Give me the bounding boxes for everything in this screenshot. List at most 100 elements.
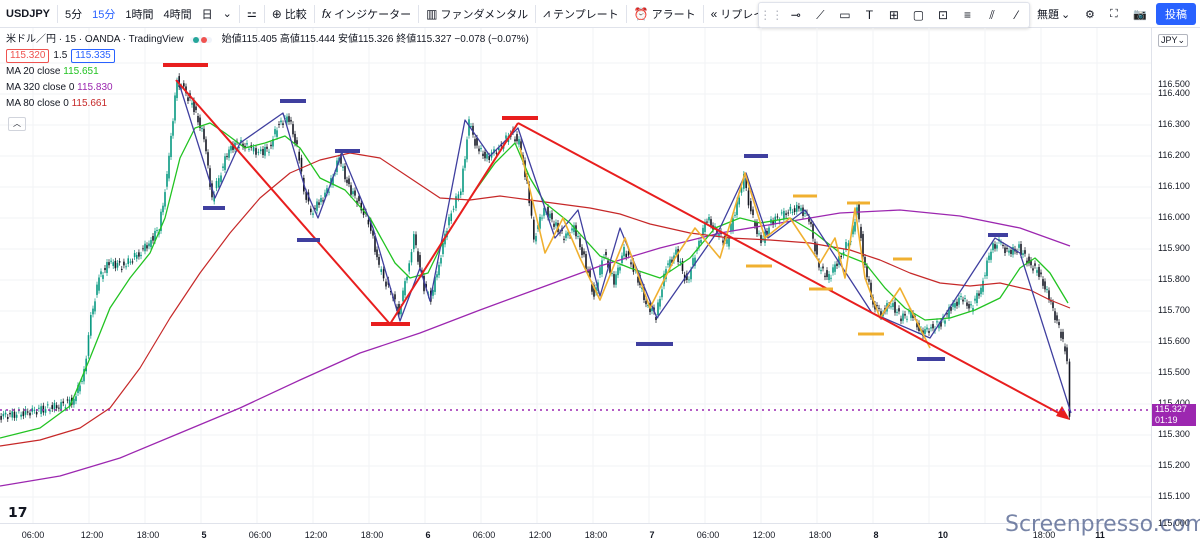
candle-body — [692, 258, 694, 266]
ask-price[interactable]: 115.335 — [71, 49, 115, 63]
candle-body — [133, 253, 136, 258]
candle-body — [1036, 270, 1038, 273]
trend-line-icon[interactable]: ⟋ — [809, 5, 831, 25]
candle-body — [318, 202, 320, 205]
candle-body — [541, 217, 543, 219]
time-label: 10 — [937, 530, 949, 540]
parallel-channel-icon[interactable]: ⫽ — [981, 5, 1003, 25]
fullscreen-button[interactable]: ⛶ — [1105, 0, 1123, 28]
candle-body — [990, 251, 992, 260]
brush-icon[interactable]: ⁄ — [1006, 5, 1028, 25]
candle-body — [438, 264, 440, 276]
candle-body — [348, 178, 350, 185]
layout-name[interactable]: 無題 ⌄ — [1032, 0, 1075, 28]
candle-body — [988, 255, 990, 261]
interval-15m[interactable]: 15分 — [87, 0, 120, 28]
price-axis[interactable]: 116.500 116.400 116.300 116.200 116.100 … — [1151, 28, 1200, 528]
candle-body — [1002, 245, 1004, 247]
candle-body — [92, 308, 94, 315]
candle-body — [162, 205, 164, 213]
grid-frame-icon[interactable]: ⊞ — [883, 5, 905, 25]
candle-body — [276, 130, 278, 137]
text-icon[interactable]: T — [858, 5, 880, 25]
candle-body — [98, 277, 100, 291]
interval-5m[interactable]: 5分 — [60, 0, 87, 28]
compare-button[interactable]: ⊕ 比較 — [267, 0, 312, 28]
candle-body — [290, 119, 292, 122]
candle-body — [87, 335, 90, 356]
candle-body — [992, 243, 994, 251]
callout-icon[interactable]: ▭ — [834, 5, 856, 25]
candle-body — [623, 246, 625, 257]
candle-body — [795, 204, 798, 212]
candle-body — [226, 156, 228, 158]
rectangle-icon[interactable]: ▢ — [907, 5, 929, 25]
candle-body — [577, 236, 579, 238]
candle-body — [810, 221, 812, 225]
legend-collapse-button[interactable]: ︿ — [8, 117, 26, 131]
snapshot-button[interactable]: 📷 — [1128, 0, 1152, 28]
status-dot-icon — [189, 37, 212, 43]
fib-icon[interactable]: ⊡ — [932, 5, 954, 25]
candle-body — [26, 411, 29, 413]
fundamentals-button[interactable]: ▥ ファンダメンタル — [421, 0, 533, 28]
price-label: 116.200 — [1158, 150, 1190, 160]
chart-type-button[interactable]: ⚍ — [242, 0, 262, 28]
candle-body — [1056, 315, 1058, 321]
candle-body — [6, 416, 9, 419]
candle-body — [382, 269, 385, 279]
candle-body — [783, 210, 785, 219]
level-marker — [746, 264, 772, 268]
candle-body — [601, 260, 603, 275]
candle-body — [413, 234, 415, 250]
interval-dropdown[interactable]: ⌄ — [218, 0, 237, 28]
candle-body — [138, 252, 140, 257]
horizontal-ray-icon[interactable]: ⊸ — [785, 5, 807, 25]
candle-body — [262, 149, 264, 156]
alert-button[interactable]: ⏰ アラート — [629, 0, 701, 28]
indicators-button[interactable]: fx インジケーター — [317, 0, 416, 28]
divider — [263, 4, 265, 23]
candle-body — [750, 201, 752, 212]
candle-body — [460, 191, 462, 196]
fx-icon: fx — [321, 6, 332, 21]
candle-body — [605, 251, 607, 256]
time-axis[interactable]: 06:00 12:00 18:00 5 06:00 12:00 18:00 6 … — [0, 523, 1151, 546]
candle-body — [553, 223, 555, 227]
symbol-search[interactable]: USDJPY — [0, 0, 55, 28]
candle-body — [51, 405, 54, 409]
interval-1h[interactable]: 1時間 — [120, 0, 158, 28]
interval-4h[interactable]: 4時間 — [159, 0, 197, 28]
tradingview-logo[interactable]: 𝟭𝟳 — [8, 504, 27, 521]
divider — [313, 4, 315, 23]
candle-body — [894, 302, 896, 313]
ma320-legend[interactable]: MA 320 close 0 115.830 — [6, 80, 529, 96]
chevron-up-icon: ︿ — [13, 119, 21, 128]
lines-icon[interactable]: ≡ — [957, 5, 979, 25]
currency-selector[interactable]: JPY⌄ — [1158, 34, 1189, 47]
candle-body — [900, 318, 902, 322]
ma20-legend[interactable]: MA 20 close 115.651 — [6, 64, 529, 80]
candle-body — [890, 306, 892, 308]
candle-body — [46, 404, 49, 406]
interval-1d[interactable]: 日 — [197, 0, 218, 28]
drag-handle-icon[interactable]: ⋮⋮ — [759, 5, 783, 25]
templates-button[interactable]: ⩘ テンプレート — [538, 0, 623, 28]
candle-body — [419, 255, 421, 268]
candle-body — [1058, 322, 1060, 326]
candle-body — [533, 219, 535, 240]
ma80-legend[interactable]: MA 80 close 0 115.661 — [6, 96, 529, 112]
candle-body — [1022, 253, 1024, 255]
candle-body — [563, 238, 565, 241]
candle-body — [146, 245, 148, 249]
candle-body — [466, 139, 468, 160]
divider — [57, 4, 59, 23]
post-button[interactable]: 投稿 — [1156, 3, 1196, 25]
chart-legend: 米ドル／円 · 15 · OANDA · TradingView 始値115.4… — [6, 32, 529, 112]
settings-button[interactable]: ⚙ — [1080, 0, 1100, 28]
bid-price[interactable]: 115.320 — [6, 49, 50, 63]
candle-body — [964, 298, 966, 300]
candle-body — [478, 148, 480, 152]
candle-body — [296, 140, 298, 145]
candle-body — [9, 412, 11, 415]
